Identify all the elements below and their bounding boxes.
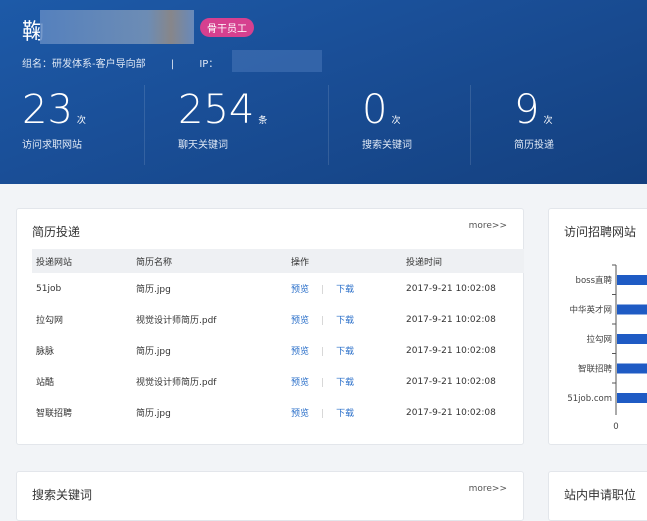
row-file: 视觉设计师简历.pdf (136, 316, 217, 326)
bar (617, 393, 647, 403)
col-action: 操作 (287, 249, 402, 273)
profile-header: 鞠 骨干员工 组名：研发体系-客户导向部 | IP： 23 次访问求职网站 254… (0, 0, 647, 184)
row-file: 简历.jpg (136, 409, 171, 419)
y-tick-label: 智联招聘 (578, 364, 613, 375)
preview-link[interactable]: 预览 (291, 378, 309, 388)
y-tick-label: 中华英才网 (569, 305, 612, 316)
redacted-ip (232, 50, 322, 72)
resume-more-link[interactable]: more>> (469, 221, 507, 231)
bar (617, 363, 647, 374)
sites-card: 访问招聘网站 boss直聘中华英才网拉勾网智联招聘 51job.com 0 (548, 208, 647, 445)
row-site: 拉勾网 (36, 316, 64, 326)
table-row: 拉勾网 视觉设计师简历.pdf 预览 | 下载 2017-9-21 10:02:08 (32, 304, 524, 335)
row-file: 简历.jpg (136, 347, 171, 357)
role-badge: 骨干员工 (200, 18, 254, 37)
stat-chat-keywords: 254 条聊天关键词 (178, 87, 268, 151)
preview-link[interactable]: 预览 (291, 316, 309, 326)
separator: | (170, 59, 175, 70)
download-link[interactable]: 下载 (336, 378, 354, 388)
y-tick-label: boss直聘 (576, 275, 613, 286)
bar (617, 275, 647, 285)
redacted-name (40, 10, 194, 44)
col-site: 投递网站 (32, 249, 132, 273)
stat-resumes: 9 次简历投递 (514, 87, 554, 151)
bar (617, 304, 647, 315)
table-row: 脉脉 简历.jpg 预览 | 下载 2017-9-21 10:02:08 (32, 335, 524, 366)
download-link[interactable]: 下载 (336, 316, 354, 326)
download-link[interactable]: 下载 (336, 285, 354, 295)
row-time: 2017-9-21 10:02:08 (406, 376, 496, 387)
bar (617, 334, 647, 344)
preview-link[interactable]: 预览 (291, 409, 309, 419)
row-time: 2017-9-21 10:02:08 (406, 345, 496, 356)
group-name: 组名：研发体系-客户导向部 (22, 59, 146, 70)
search-title: 搜索关键词 (32, 488, 93, 502)
stat-visits: 23 次访问求职网站 (22, 87, 86, 151)
resume-title: 简历投递 (32, 225, 81, 239)
resume-table: 投递网站 简历名称 操作 投递时间 51job 简历.jpg 预览 | 下载 2017-9… (32, 249, 524, 428)
download-link[interactable]: 下载 (336, 347, 354, 357)
row-site: 站酷 (36, 378, 55, 388)
y-tick-label: 51job.com (567, 394, 612, 404)
apply-title: 站内申请职位 (564, 488, 637, 502)
sites-bar-chart: boss直聘中华英才网拉勾网智联招聘 51job.com 0 (567, 264, 647, 432)
preview-link[interactable]: 预览 (291, 347, 309, 357)
preview-link[interactable]: 预览 (291, 285, 309, 295)
stat-search-keywords: 0 次搜索关键词 (362, 87, 412, 151)
table-row: 站酷 视觉设计师简历.pdf 预览 | 下载 2017-9-21 10:02:08 (32, 366, 524, 397)
row-file: 简历.jpg (136, 285, 171, 295)
sites-title: 访问招聘网站 (564, 225, 637, 239)
y-tick-label: 拉勾网 (586, 334, 612, 345)
x-tick-label: 0 (613, 422, 618, 432)
group-info: 组名：研发体系-客户导向部 | IP： (22, 55, 218, 70)
resume-card: 简历投递 more>> 投递网站 简历名称 操作 投递时间 51job 简历.jp… (16, 208, 524, 445)
search-more-link[interactable]: more>> (469, 484, 507, 494)
row-site: 智联招聘 (36, 409, 73, 419)
search-card: 搜索关键词 more>> (16, 471, 524, 521)
row-site: 51job (36, 283, 62, 294)
table-row: 51job 简历.jpg 预览 | 下载 2017-9-21 10:02:08 (32, 273, 524, 304)
row-time: 2017-9-21 10:02:08 (406, 283, 496, 294)
col-time: 投递时间 (402, 249, 524, 273)
ip-label: IP： (199, 59, 219, 70)
row-site: 脉脉 (36, 347, 55, 357)
table-row: 智联招聘 简历.jpg 预览 | 下载 2017-9-21 10:02:08 (32, 397, 524, 428)
row-time: 2017-9-21 10:02:08 (406, 407, 496, 418)
row-file: 视觉设计师简历.pdf (136, 378, 217, 388)
col-file: 简历名称 (132, 249, 287, 273)
apply-card: 站内申请职位 (548, 471, 647, 521)
download-link[interactable]: 下载 (336, 409, 354, 419)
row-time: 2017-9-21 10:02:08 (406, 314, 496, 325)
